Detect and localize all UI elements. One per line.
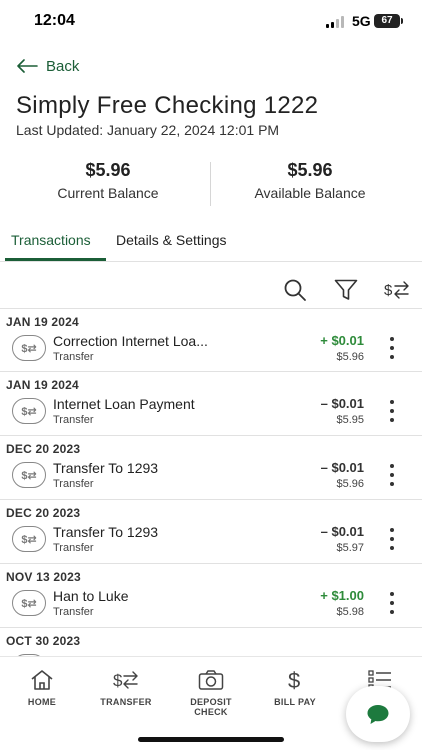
battery-icon: 67	[374, 14, 400, 28]
transaction-amount: + $0.01	[320, 333, 364, 348]
arrow-left-icon	[17, 59, 38, 73]
transaction-amount: + $1.00	[320, 588, 364, 603]
current-balance-amount: $5.96	[85, 160, 131, 180]
transaction-date: OCT 30 2023	[6, 634, 81, 648]
transfer-icon: $⇄	[12, 462, 46, 488]
transaction-row[interactable]: JAN 19 2024 $⇄ Correction Internet Loa..…	[0, 308, 422, 372]
available-balance: $5.96 Available Balance	[212, 160, 408, 201]
account-title: Simply Free Checking 1222	[16, 92, 319, 119]
transaction-description: Transfer To 1293	[53, 460, 159, 476]
transaction-row[interactable]: DEC 20 2023 $⇄ Transfer To 1293 Transfer…	[0, 500, 422, 564]
tabbar-transfer-label: TRANSFER	[100, 697, 152, 707]
transaction-type: Transfer	[53, 542, 94, 554]
transaction-running-balance: $5.95	[336, 414, 364, 426]
svg-text:$: $	[288, 668, 300, 692]
available-balance-amount: $5.96	[287, 160, 333, 180]
battery-tip	[401, 18, 403, 24]
active-tab-indicator	[5, 258, 106, 261]
more-vertical-icon[interactable]	[384, 400, 400, 422]
transaction-date: DEC 20 2023	[6, 506, 81, 520]
tab-details-settings[interactable]: Details & Settings	[116, 232, 227, 248]
transaction-description: Internet Loan Payment	[53, 396, 195, 412]
transaction-row[interactable]: NOV 13 2023 $⇄ Han to Luke Transfer + $1…	[0, 564, 422, 628]
transfer-icon: $⇄	[12, 526, 46, 552]
transaction-type: Transfer	[53, 414, 94, 426]
dollar-icon: $	[288, 668, 300, 692]
transaction-row[interactable]: OCT 30 2023 $⇄	[0, 628, 422, 656]
svg-text:$: $	[113, 671, 123, 690]
transaction-list: JAN 19 2024 $⇄ Correction Internet Loa..…	[0, 308, 422, 656]
search-button[interactable]	[280, 278, 310, 302]
available-balance-label: Available Balance	[254, 185, 366, 201]
more-vertical-icon[interactable]	[384, 464, 400, 486]
transaction-type: Transfer	[53, 606, 94, 618]
transaction-type: Transfer	[53, 478, 94, 490]
transaction-running-balance: $5.98	[336, 606, 364, 618]
transaction-amount: – $0.01	[320, 524, 364, 539]
chat-button[interactable]	[346, 686, 410, 742]
transaction-date: JAN 19 2024	[6, 315, 79, 329]
chat-bubble-icon	[367, 705, 389, 724]
transaction-description: Transfer To 1293	[53, 524, 159, 540]
transaction-date: DEC 20 2023	[6, 442, 81, 456]
tab-transactions[interactable]: Transactions	[11, 232, 91, 248]
more-vertical-icon[interactable]	[384, 337, 400, 359]
filter-icon	[334, 279, 358, 300]
transfer-icon: $⇄	[12, 335, 46, 361]
back-button[interactable]: Back	[16, 56, 79, 76]
more-vertical-icon[interactable]	[384, 528, 400, 550]
tabbar-deposit-check-label: DEPOSIT CHECK	[190, 697, 232, 717]
tabs: Transactions Details & Settings	[0, 228, 422, 262]
transaction-date: NOV 13 2023	[6, 570, 81, 584]
svg-text:$: $	[384, 282, 393, 299]
tabbar-deposit-check[interactable]: DEPOSIT CHECK	[171, 667, 251, 717]
transaction-description: Han to Luke	[53, 588, 129, 604]
transfer-tool-button[interactable]: $	[382, 278, 412, 302]
transfer-icon: $	[384, 281, 409, 299]
more-vertical-icon[interactable]	[384, 592, 400, 614]
transaction-row[interactable]: JAN 19 2024 $⇄ Internet Loan Payment Tra…	[0, 372, 422, 436]
transaction-type: Transfer	[53, 351, 94, 363]
transfer-icon: $⇄	[12, 398, 46, 424]
filter-button[interactable]	[331, 278, 361, 302]
tabbar-bill-pay-label: BILL PAY	[274, 697, 316, 707]
network-type: 5G	[352, 13, 371, 29]
tabbar-home[interactable]: HOME	[2, 667, 82, 707]
tabbar-bill-pay[interactable]: $ BILL PAY	[255, 667, 335, 707]
transfer-icon: $	[113, 671, 138, 690]
tabbar-transfer[interactable]: $ TRANSFER	[86, 667, 166, 707]
transaction-amount: – $0.01	[320, 396, 364, 411]
balances: $5.96 Current Balance $5.96 Available Ba…	[0, 160, 422, 208]
back-label: Back	[46, 57, 80, 75]
current-balance-label: Current Balance	[57, 185, 159, 201]
camera-icon	[198, 670, 224, 690]
transaction-date: JAN 19 2024	[6, 378, 79, 392]
transaction-running-balance: $5.96	[336, 478, 364, 490]
transaction-running-balance: $5.96	[336, 351, 364, 363]
transaction-amount: – $0.01	[320, 460, 364, 475]
home-icon	[31, 670, 53, 690]
last-updated: Last Updated: January 22, 2024 12:01 PM	[16, 122, 280, 138]
transaction-row[interactable]: DEC 20 2023 $⇄ Transfer To 1293 Transfer…	[0, 436, 422, 500]
transfer-icon: $⇄	[12, 590, 46, 616]
transaction-running-balance: $5.97	[336, 542, 364, 554]
tabbar-home-label: HOME	[27, 697, 57, 707]
transaction-description: Correction Internet Loa...	[53, 333, 208, 349]
search-icon	[284, 279, 306, 301]
home-indicator	[138, 737, 284, 742]
current-balance: $5.96 Current Balance	[8, 160, 208, 201]
signal-icon	[326, 16, 346, 28]
status-time: 12:04	[34, 12, 75, 29]
status-bar: 12:04 5G 67	[0, 0, 422, 44]
balance-divider	[210, 162, 211, 206]
